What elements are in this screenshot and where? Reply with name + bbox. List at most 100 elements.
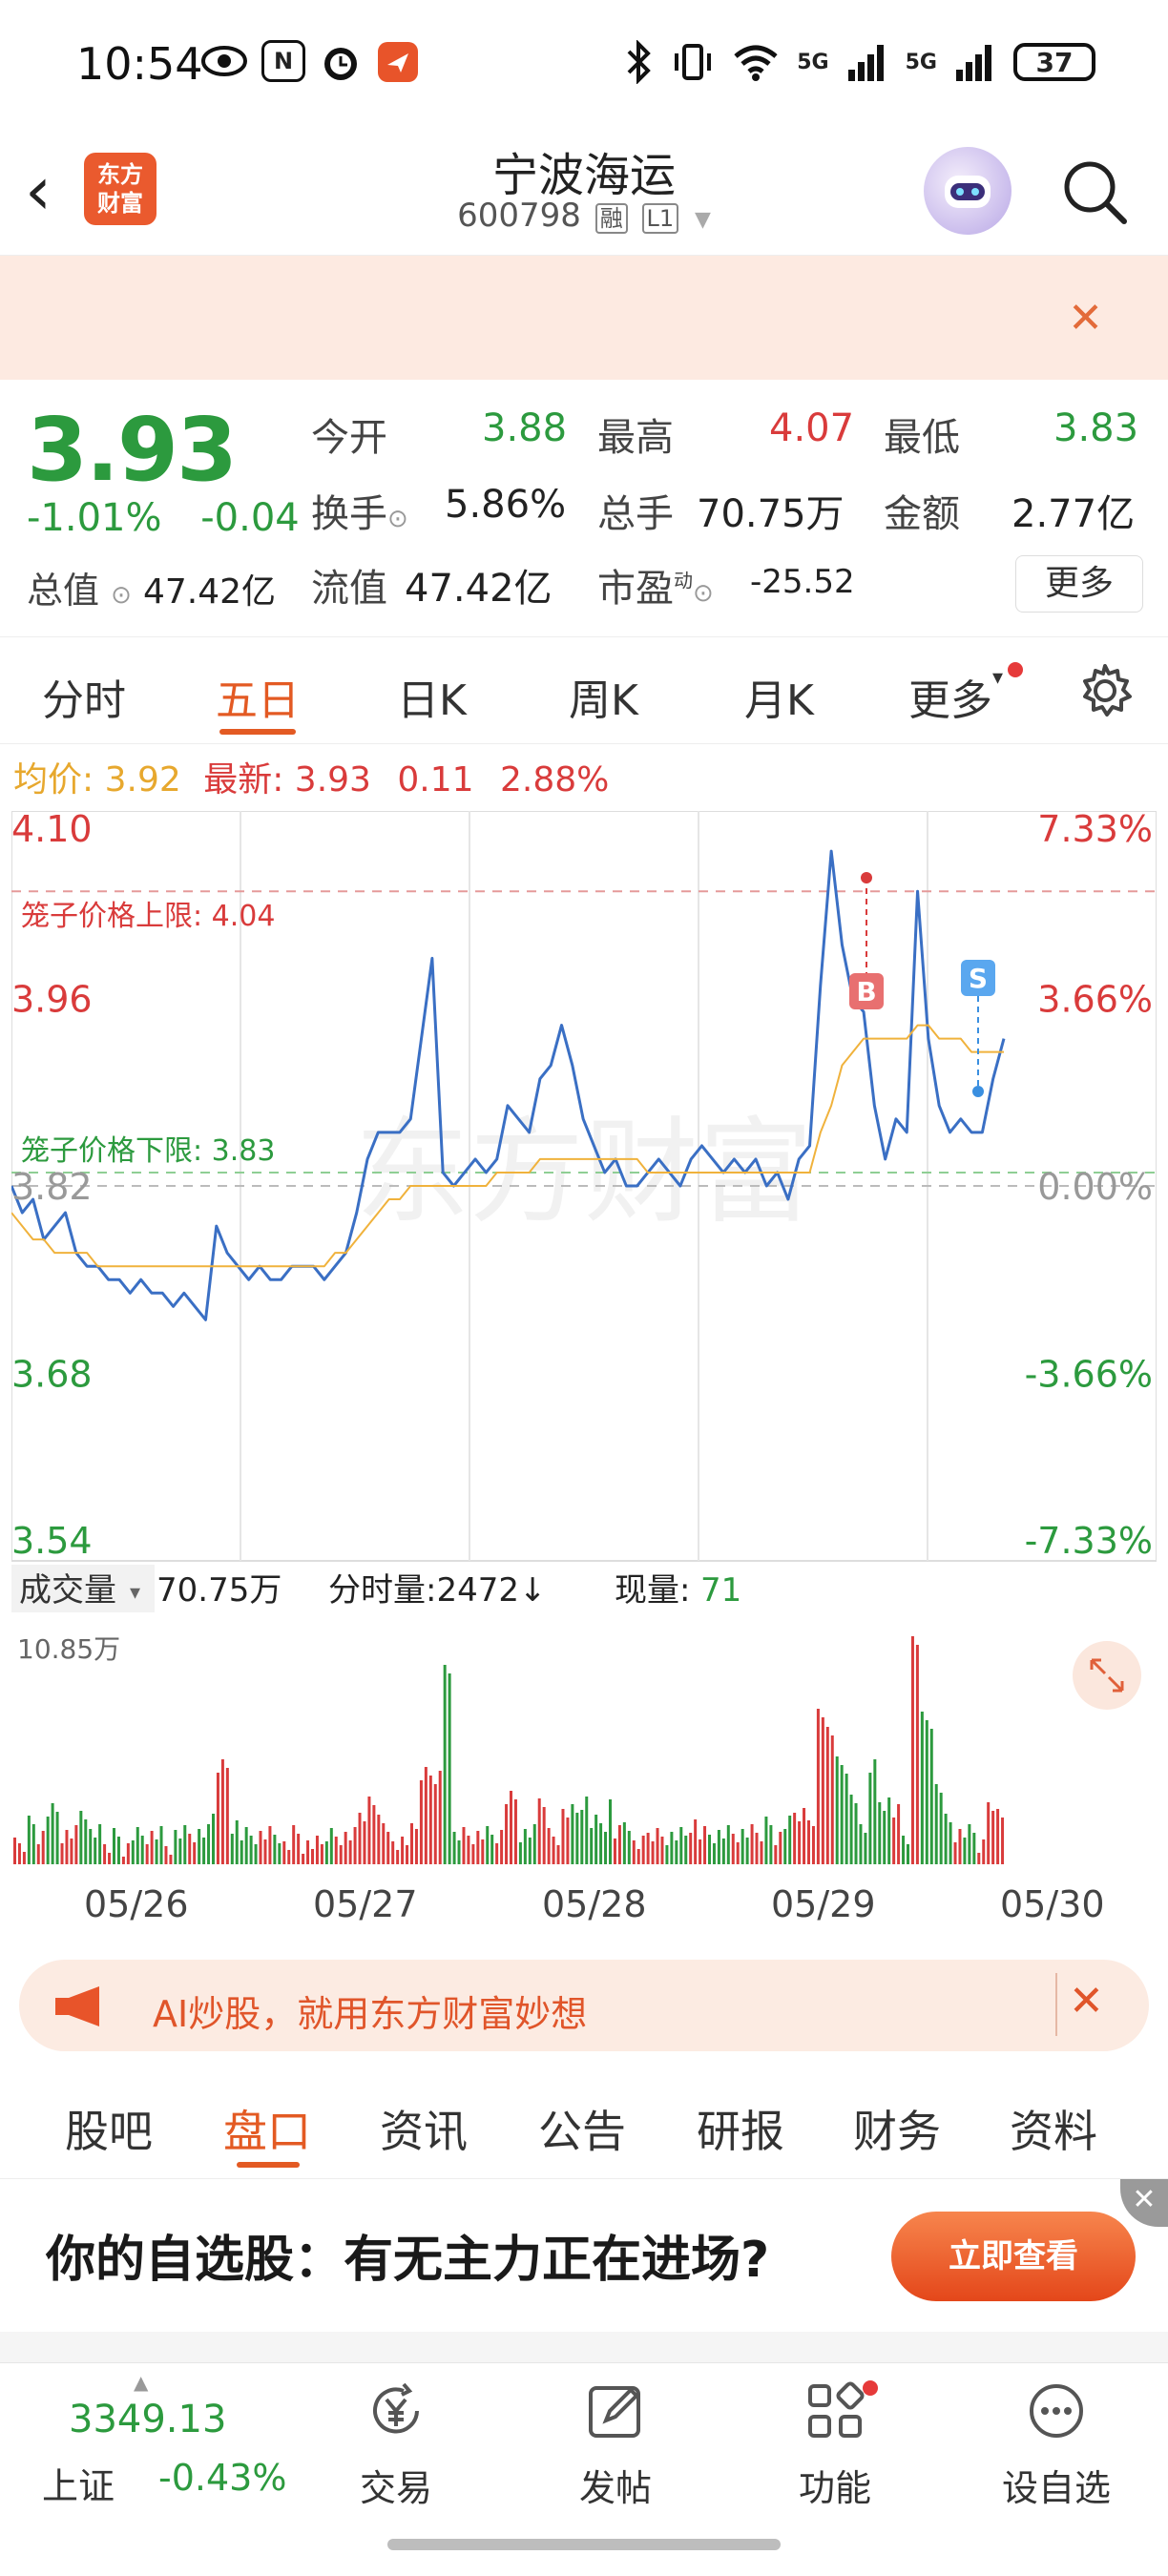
volume-bar [108, 1853, 112, 1864]
tab-more[interactable]: 更多▾ [908, 666, 1003, 727]
high-label: 最高 [597, 416, 674, 460]
wifi-icon [734, 45, 778, 81]
volume-bar [113, 1828, 115, 1864]
close-icon[interactable]: ✕ [1120, 2179, 1168, 2227]
volume-bar [636, 1849, 640, 1864]
latest-percent: 2.88% [500, 760, 610, 800]
functions-button[interactable]: 功能 [754, 2380, 916, 2511]
volume-bar [401, 1837, 405, 1864]
tab-news[interactable]: 资讯 [380, 2097, 468, 2160]
volume-bar [344, 1832, 347, 1864]
change-amount: -0.04 [200, 496, 300, 540]
avg-price-label: 均价: [13, 760, 94, 800]
float-value: 47.42亿 [405, 567, 553, 611]
stock-header: ‹ 东方 财富 宁波海运 600798 融 L1 ▼ [0, 134, 1168, 256]
turnover-value: 5.86% [445, 483, 567, 527]
tab-weekly-k[interactable]: 周K [569, 666, 638, 727]
latest-value: 3.93 [294, 760, 371, 800]
ai-banner[interactable]: AI炒股，就用东方财富妙想 ✕ [19, 1960, 1149, 2051]
gear-icon[interactable] [1076, 662, 1134, 719]
info-icon[interactable]: ⊙ [693, 579, 714, 608]
assistant-robot-icon[interactable] [924, 147, 1012, 235]
volume-bar [419, 1780, 423, 1864]
volume-bar [481, 1839, 485, 1864]
y-pct-tick-label: -7.33% [1025, 1520, 1153, 1562]
high-value: 4.07 [769, 406, 855, 450]
volume-bar [476, 1831, 480, 1864]
add-watchlist-button[interactable]: 设自选 [975, 2380, 1137, 2511]
tab-research[interactable]: 研报 [697, 2097, 784, 2160]
tab-forum[interactable]: 股吧 [65, 2097, 153, 2160]
volume-bar [1001, 1818, 1005, 1864]
info-icon[interactable]: ⊙ [387, 505, 408, 533]
index-value[interactable]: 3349.13 [69, 2398, 226, 2441]
volume-bar [708, 1835, 711, 1864]
five-day-chart[interactable]: 东方财富 笼子价格上限: 4.04 笼子价格下限: 3.83 B S 4.10 7… [10, 808, 1158, 1880]
volume-bar [55, 1812, 59, 1864]
volume-bar [302, 1854, 305, 1864]
close-icon[interactable]: ✕ [1068, 294, 1103, 343]
close-icon[interactable]: ✕ [1069, 1977, 1104, 2025]
volume-bar [510, 1791, 512, 1864]
volume-bar [622, 1822, 626, 1864]
volume-bar [575, 1813, 579, 1864]
volume-bar [363, 1821, 366, 1864]
volume-bar [367, 1797, 371, 1864]
volume-bar [268, 1826, 272, 1864]
volume-bar [65, 1830, 69, 1864]
app-notification-icon [378, 42, 418, 82]
tab-five-day[interactable]: 五日 [216, 666, 300, 727]
promo-text: 你的自选股：有无主力正在进场? [46, 2232, 770, 2289]
caret-down-icon: ▾ [992, 666, 1004, 690]
yen-icon [373, 2382, 419, 2434]
volume-bar [868, 1773, 872, 1864]
tab-financials[interactable]: 财务 [853, 2097, 941, 2160]
volume-bar [244, 1827, 248, 1864]
tab-daily-k[interactable]: 日K [397, 666, 467, 727]
nfc-icon: N [261, 40, 305, 82]
open-label: 今开 [311, 416, 387, 460]
volume-value: 70.75万 [697, 492, 845, 536]
date-label-1: 05/26 [84, 1883, 189, 1925]
more-button[interactable]: 更多 [1015, 555, 1143, 613]
post-button[interactable]: 发帖 [534, 2380, 697, 2511]
buy-marker-text: B [856, 976, 876, 1008]
volume-bar [94, 1838, 97, 1864]
turnover-label-text: 换手 [311, 492, 387, 536]
volume-bar [188, 1834, 192, 1864]
tab-profile[interactable]: 资料 [1010, 2097, 1097, 2160]
stock-code: 600798 [457, 197, 581, 235]
volume-bar [675, 1840, 678, 1864]
tab-monthly-k[interactable]: 月K [744, 666, 814, 727]
tab-intraday[interactable]: 分时 [42, 666, 126, 727]
volume-bar [216, 1773, 219, 1864]
tab-announcements[interactable]: 公告 [538, 2097, 626, 2160]
info-icon[interactable]: ⊙ [111, 581, 132, 610]
volume-bar [689, 1833, 693, 1864]
volume-bar [609, 1799, 612, 1864]
volume-bar [225, 1768, 229, 1864]
caret-down-icon: ▾ [130, 1581, 140, 1605]
volume-bar [348, 1840, 352, 1864]
trade-button[interactable]: 交易 [315, 2380, 477, 2511]
volume-bar [121, 1857, 125, 1864]
volume-bar [486, 1826, 490, 1864]
volume-bar [358, 1813, 362, 1864]
volume-bar [740, 1829, 744, 1864]
current-volume-value: 71 [700, 1571, 741, 1610]
tab-order-book[interactable]: 盘口 [223, 2097, 311, 2160]
volume-bar [972, 1833, 976, 1864]
search-icon[interactable] [1059, 156, 1130, 227]
volume-bar [490, 1835, 494, 1864]
volume-bar [428, 1776, 432, 1864]
volume-bar [410, 1823, 413, 1864]
chart-tabs: 分时 五日 日K 周K 月K 更多▾ [0, 637, 1168, 744]
view-now-button[interactable]: 立即查看 [891, 2212, 1136, 2301]
volume-bar [320, 1844, 323, 1864]
expand-icon[interactable] [1073, 1641, 1141, 1710]
divider [1055, 1973, 1057, 2036]
volume-bar [334, 1837, 338, 1864]
promo-ad[interactable]: 你的自选股：有无主力正在进场? 立即查看 ✕ [0, 2179, 1168, 2332]
volume-bar [495, 1843, 499, 1864]
volume-bar [414, 1829, 418, 1864]
